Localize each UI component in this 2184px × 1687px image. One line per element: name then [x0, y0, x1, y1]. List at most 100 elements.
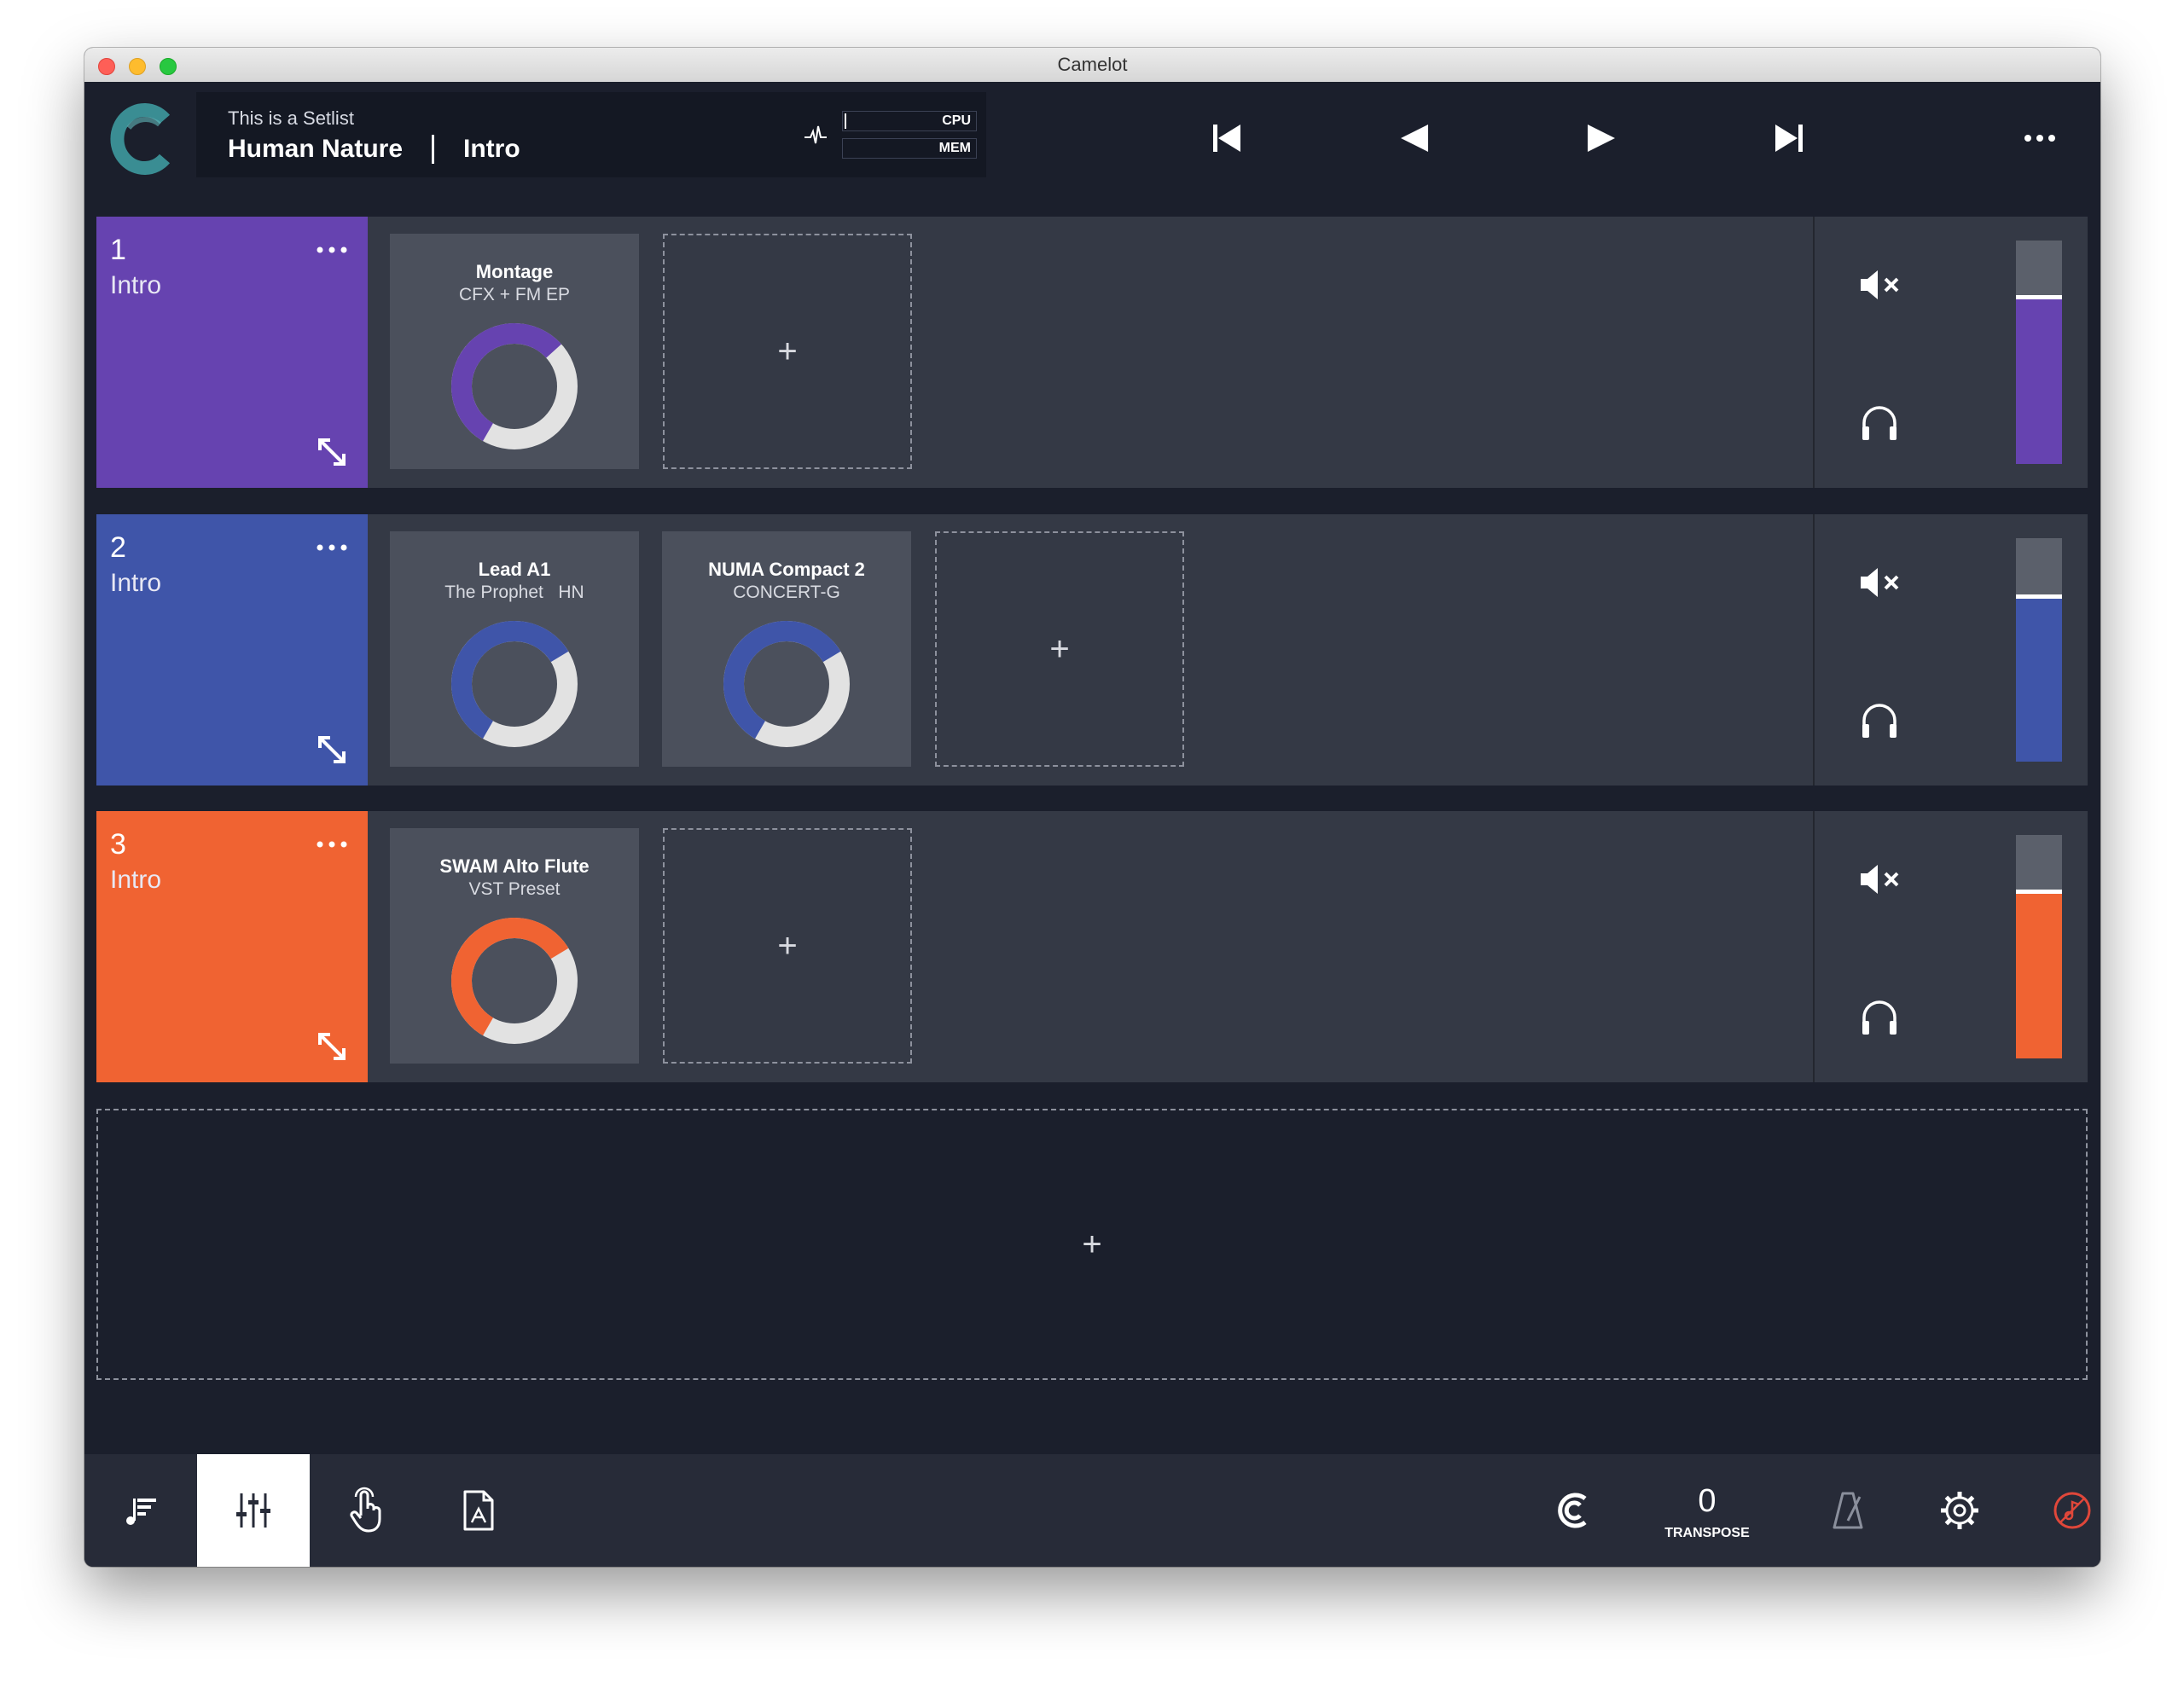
volume-fader[interactable] [2016, 835, 2062, 1058]
maximize-window-button[interactable] [160, 58, 177, 75]
layer-subtitle: VST Preset [468, 879, 561, 899]
camelot-sync-button[interactable] [1517, 1454, 1629, 1567]
part-tile-2[interactable]: 2 Intro [96, 514, 368, 786]
touch-icon [350, 1487, 381, 1533]
part-row-3: 3 Intro SWAM Alto Flute VST Preset + [96, 811, 2088, 1082]
layer-volume-ring[interactable] [721, 618, 852, 750]
add-layer-button[interactable]: + [663, 234, 912, 469]
record-icon [2053, 1492, 2091, 1529]
metronome-icon [1833, 1492, 1863, 1529]
window-title: Camelot [1057, 54, 1128, 75]
headphones-icon[interactable] [1857, 994, 1902, 1038]
volume-handle[interactable] [2016, 594, 2062, 600]
mute-icon[interactable] [1857, 564, 1905, 601]
volume-fill [2016, 296, 2062, 464]
expand-icon[interactable] [315, 1029, 349, 1064]
volume-fill [2016, 596, 2062, 762]
headphones-icon[interactable] [1857, 399, 1902, 443]
layer-volume-ring[interactable] [449, 321, 580, 452]
mixer-view-button[interactable] [197, 1454, 310, 1567]
transpose-value[interactable]: 0 [1652, 1483, 1763, 1520]
app-window: Camelot This is a Setlist Human Nature I… [84, 48, 2100, 1567]
gear-icon [1941, 1492, 1978, 1529]
mixer-icon [236, 1493, 270, 1528]
part-more-icon[interactable] [315, 244, 349, 256]
mem-label: MEM [938, 141, 971, 155]
pdf-view-button[interactable] [422, 1454, 535, 1567]
add-icon: + [777, 927, 798, 965]
metronome-button[interactable] [1792, 1454, 1904, 1567]
setlist-view-button[interactable] [84, 1454, 197, 1567]
play-button[interactable] [1576, 113, 1627, 164]
volume-fader[interactable] [2016, 538, 2062, 762]
more-options-icon[interactable] [2014, 121, 2065, 155]
expand-icon[interactable] [315, 733, 349, 767]
part-number: 3 [110, 828, 126, 861]
mute-icon[interactable] [1857, 266, 1905, 304]
mute-icon[interactable] [1857, 861, 1905, 898]
layer-tile[interactable]: Montage CFX + FM EP [390, 234, 639, 469]
part-controls [1813, 514, 2089, 786]
part-name: Intro [110, 866, 162, 894]
skip-back-button[interactable] [1201, 113, 1252, 164]
setlist-info-panel[interactable]: This is a Setlist Human Nature Intro CPU… [196, 92, 986, 177]
skip-back-icon [1213, 125, 1240, 152]
minimize-window-button[interactable] [129, 58, 146, 75]
layer-name: SWAM Alto Flute [439, 855, 590, 877]
skip-forward-button[interactable] [1763, 113, 1815, 164]
play-icon [1588, 125, 1615, 152]
song-title: Human Nature [228, 135, 404, 163]
layer-tile[interactable]: NUMA Compact 2 CONCERT-G [662, 531, 911, 767]
part-controls [1813, 217, 2089, 488]
camelot-logo-icon[interactable] [110, 102, 175, 176]
pdf-icon [463, 1490, 494, 1531]
part-more-icon[interactable] [315, 838, 349, 850]
part-number: 1 [110, 234, 126, 266]
part-name: Intro [110, 271, 162, 299]
layer-subtitle: CONCERT-G [733, 583, 840, 602]
activity-pulse-icon [804, 125, 827, 144]
part-name: Intro [110, 569, 162, 597]
layer-tile[interactable]: SWAM Alto Flute VST Preset [390, 828, 639, 1064]
part-more-icon[interactable] [315, 542, 349, 554]
header-bar: This is a Setlist Human Nature Intro CPU… [84, 82, 2100, 196]
layer-name: NUMA Compact 2 [708, 559, 865, 580]
part-tile-1[interactable]: 1 Intro [96, 217, 368, 488]
add-layer-button[interactable]: + [663, 828, 912, 1064]
add-layer-button[interactable]: + [935, 531, 1184, 767]
expand-icon[interactable] [315, 435, 349, 469]
add-part-button[interactable]: + [96, 1109, 2088, 1380]
layer-volume-ring[interactable] [449, 618, 580, 750]
volume-fader[interactable] [2016, 241, 2062, 464]
part-controls [1813, 811, 2089, 1082]
volume-handle[interactable] [2016, 294, 2062, 299]
add-icon: + [777, 333, 798, 370]
part-number: 2 [110, 531, 126, 564]
volume-fill [2016, 890, 2062, 1058]
part-title: Intro [463, 135, 520, 163]
layer-name: Montage [475, 261, 554, 282]
title-separator [432, 135, 434, 164]
add-icon: + [1082, 1226, 1102, 1263]
skip-forward-icon [1775, 125, 1803, 152]
transpose-label: TRANSPOSE [1664, 1526, 1750, 1540]
previous-button[interactable] [1389, 113, 1440, 164]
volume-handle[interactable] [2016, 889, 2062, 894]
headphones-icon[interactable] [1857, 697, 1902, 741]
bottom-toolbar: 0 TRANSPOSE [84, 1454, 2100, 1567]
layer-subtitle: CFX + FM EP [458, 285, 571, 304]
cpu-meter-fill [845, 113, 846, 129]
setlist-icon [126, 1499, 156, 1525]
title-bar: Camelot [84, 48, 2100, 83]
layer-name: Lead A1 [478, 559, 551, 580]
close-window-button[interactable] [98, 58, 115, 75]
part-tile-3[interactable]: 3 Intro [96, 811, 368, 1082]
settings-button[interactable] [1903, 1454, 2016, 1567]
touch-view-button[interactable] [310, 1454, 422, 1567]
layer-volume-ring[interactable] [449, 915, 580, 1046]
record-button[interactable] [2016, 1454, 2100, 1567]
mem-meter: MEM [842, 138, 977, 159]
camelot-sync-icon [1558, 1493, 1587, 1528]
cpu-meter: CPU [842, 111, 977, 131]
layer-tile[interactable]: Lead A1 The Prophet HN [390, 531, 639, 767]
